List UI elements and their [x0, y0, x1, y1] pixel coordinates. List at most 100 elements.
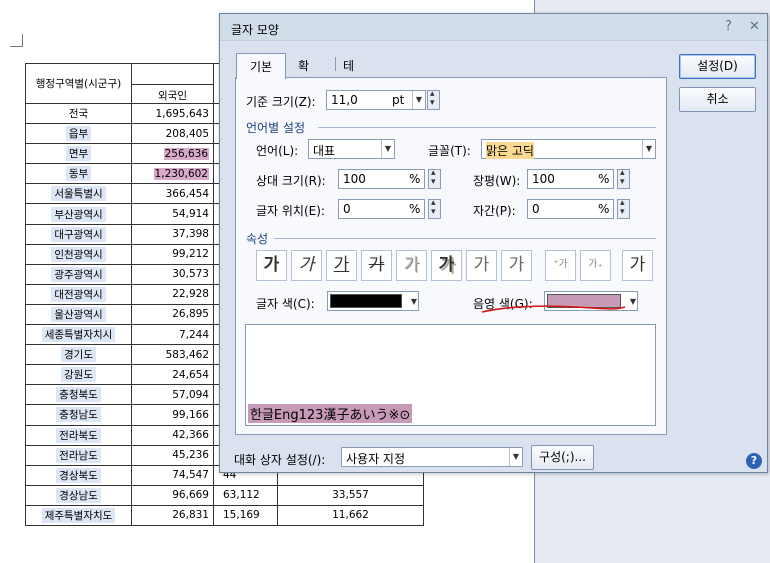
normal-button[interactable]: 가: [622, 250, 653, 281]
region-cell: 전국: [68, 108, 89, 121]
attr-section-title: 속성: [246, 232, 269, 246]
text-color-label: 글자 색(C):: [256, 297, 315, 311]
text-color-swatch: [330, 294, 402, 308]
region-cell: 경상남도: [56, 487, 101, 503]
red-annotation-stroke: [481, 305, 626, 313]
font-label: 글꼴(T):: [428, 144, 471, 158]
position-spinner[interactable]: [428, 198, 441, 219]
region-cell: 서울특별시: [51, 186, 106, 202]
foreign-cell: 24,654: [172, 368, 209, 381]
foreign-cell: 57,094: [172, 388, 209, 401]
foreign-cell: 30,573: [172, 268, 209, 281]
width-spinner[interactable]: [617, 168, 630, 189]
foreign-cell: 74,547: [172, 469, 209, 482]
foreign-cell: 366,454: [165, 187, 209, 200]
table-row: 경상남도 96,669 63,112 33,557: [25, 484, 424, 506]
extra-cell: 33,557: [277, 484, 424, 506]
italic-button[interactable]: 가: [291, 250, 322, 281]
language-dropdown-icon[interactable]: ▼: [381, 140, 394, 158]
tab-basic[interactable]: 기본: [236, 53, 286, 79]
preview-box: 한글Eng123漢子あいう※⊙: [245, 324, 656, 426]
region-cell: 울산광역시: [51, 306, 106, 322]
spacing-spinner[interactable]: [617, 198, 630, 219]
width-input[interactable]: 100 %: [527, 169, 614, 189]
male-cell: 63,112: [213, 484, 278, 506]
dialog-setting-dropdown-icon[interactable]: ▼: [509, 448, 522, 466]
text-color-dropdown-icon[interactable]: ▼: [411, 297, 417, 306]
ok-button[interactable]: 설정(D): [679, 54, 756, 79]
foreign-cell: 54,914: [172, 208, 209, 221]
width-label: 장평(W):: [473, 174, 521, 188]
strikethrough-button[interactable]: 가: [361, 250, 392, 281]
region-cell: 전라남도: [56, 447, 101, 463]
position-input[interactable]: 0 %: [338, 199, 425, 219]
subscript-icon: ₊: [597, 259, 603, 270]
engrave-button[interactable]: 가: [501, 250, 532, 281]
foreign-cell: 256,636: [163, 147, 209, 160]
foreign-cell: 1,695,643: [155, 107, 209, 120]
cancel-button[interactable]: 취소: [679, 87, 756, 112]
dialog-setting-select[interactable]: 사용자 지정 ▼: [341, 447, 523, 467]
region-cell: 면부: [65, 146, 92, 162]
dialog-setting-label: 대화 상자 설정(/):: [234, 453, 326, 467]
shade-color-dropdown-icon[interactable]: ▼: [630, 297, 636, 306]
relative-size-label: 상대 크기(R):: [256, 174, 326, 188]
header-foreign: 외국인: [131, 63, 214, 104]
outline-button[interactable]: 가: [396, 250, 427, 281]
foreign-cell: 99,212: [172, 248, 209, 261]
help-title-icon[interactable]: ?: [725, 19, 732, 34]
foreign-cell: 26,895: [172, 308, 209, 321]
emboss-button[interactable]: 가: [466, 250, 497, 281]
foreign-cell: 22,928: [172, 288, 209, 301]
male-cell: 15,169: [213, 504, 278, 526]
region-cell: 전라북도: [56, 427, 101, 443]
extra-cell: 11,662: [277, 504, 424, 526]
region-cell: 부산광역시: [51, 206, 106, 222]
foreign-cell: 26,831: [172, 509, 209, 522]
attr-section-line: [274, 238, 656, 239]
language-select[interactable]: 대표 ▼: [308, 139, 395, 159]
region-cell: 인천광역시: [51, 246, 106, 262]
spacing-input[interactable]: 0 %: [527, 199, 614, 219]
subscript-button[interactable]: 가₊: [580, 250, 611, 281]
superscript-button[interactable]: ⁺가: [545, 250, 576, 281]
dialog-title: 글자 모양: [231, 23, 279, 37]
table-row: 제주특별자치도 26,831 15,169 11,662: [25, 504, 424, 526]
region-cell: 충청남도: [56, 407, 101, 423]
region-cell: 경기도: [61, 347, 96, 363]
close-icon[interactable]: ✕: [749, 19, 760, 34]
base-size-input[interactable]: 11,0 pt ▼: [326, 90, 426, 110]
bold-button[interactable]: 가: [256, 250, 287, 281]
lang-section-line: [318, 127, 656, 128]
foreign-cell: 42,366: [172, 429, 209, 442]
shadow-button[interactable]: 가: [431, 250, 462, 281]
language-label: 언어(L):: [256, 144, 299, 158]
foreign-cell: 96,669: [172, 489, 209, 502]
dialog-titlebar[interactable]: 글자 모양 ? ✕: [220, 14, 767, 41]
font-dropdown-icon[interactable]: ▼: [642, 140, 655, 158]
help-icon[interactable]: ?: [746, 453, 762, 469]
header-region: 행정구역별(시군구): [25, 63, 132, 104]
tab-separator: [335, 57, 336, 71]
region-cell: 제주특별자치도: [41, 507, 116, 523]
region-cell: 대구광역시: [51, 226, 106, 242]
region-cell: 대전광역시: [51, 286, 106, 302]
foreign-cell: 583,462: [165, 348, 209, 361]
base-size-dropdown-icon[interactable]: ▼: [412, 91, 425, 109]
underline-button[interactable]: 가: [326, 250, 357, 281]
position-label: 글자 위치(E):: [256, 204, 325, 218]
preview-text: 한글Eng123漢子あいう※⊙: [248, 404, 413, 423]
region-cell: 동부: [65, 166, 92, 182]
relative-size-input[interactable]: 100 %: [338, 169, 425, 189]
base-size-spinner[interactable]: [427, 89, 440, 110]
text-color-picker[interactable]: ▼: [327, 291, 419, 311]
relative-size-spinner[interactable]: [428, 168, 441, 189]
tab-extended[interactable]: 확장: [298, 53, 309, 90]
foreign-cell: 7,244: [178, 328, 209, 341]
foreign-cell: 37,398: [172, 228, 209, 241]
foreign-cell: 99,166: [172, 408, 209, 421]
region-cell: 충청북도: [56, 387, 101, 403]
tab-border-bg[interactable]: 테두리/배경: [343, 53, 358, 141]
font-select[interactable]: 맑은 고딕 ▼: [481, 139, 656, 159]
config-button[interactable]: 구성(;)...: [531, 445, 594, 470]
